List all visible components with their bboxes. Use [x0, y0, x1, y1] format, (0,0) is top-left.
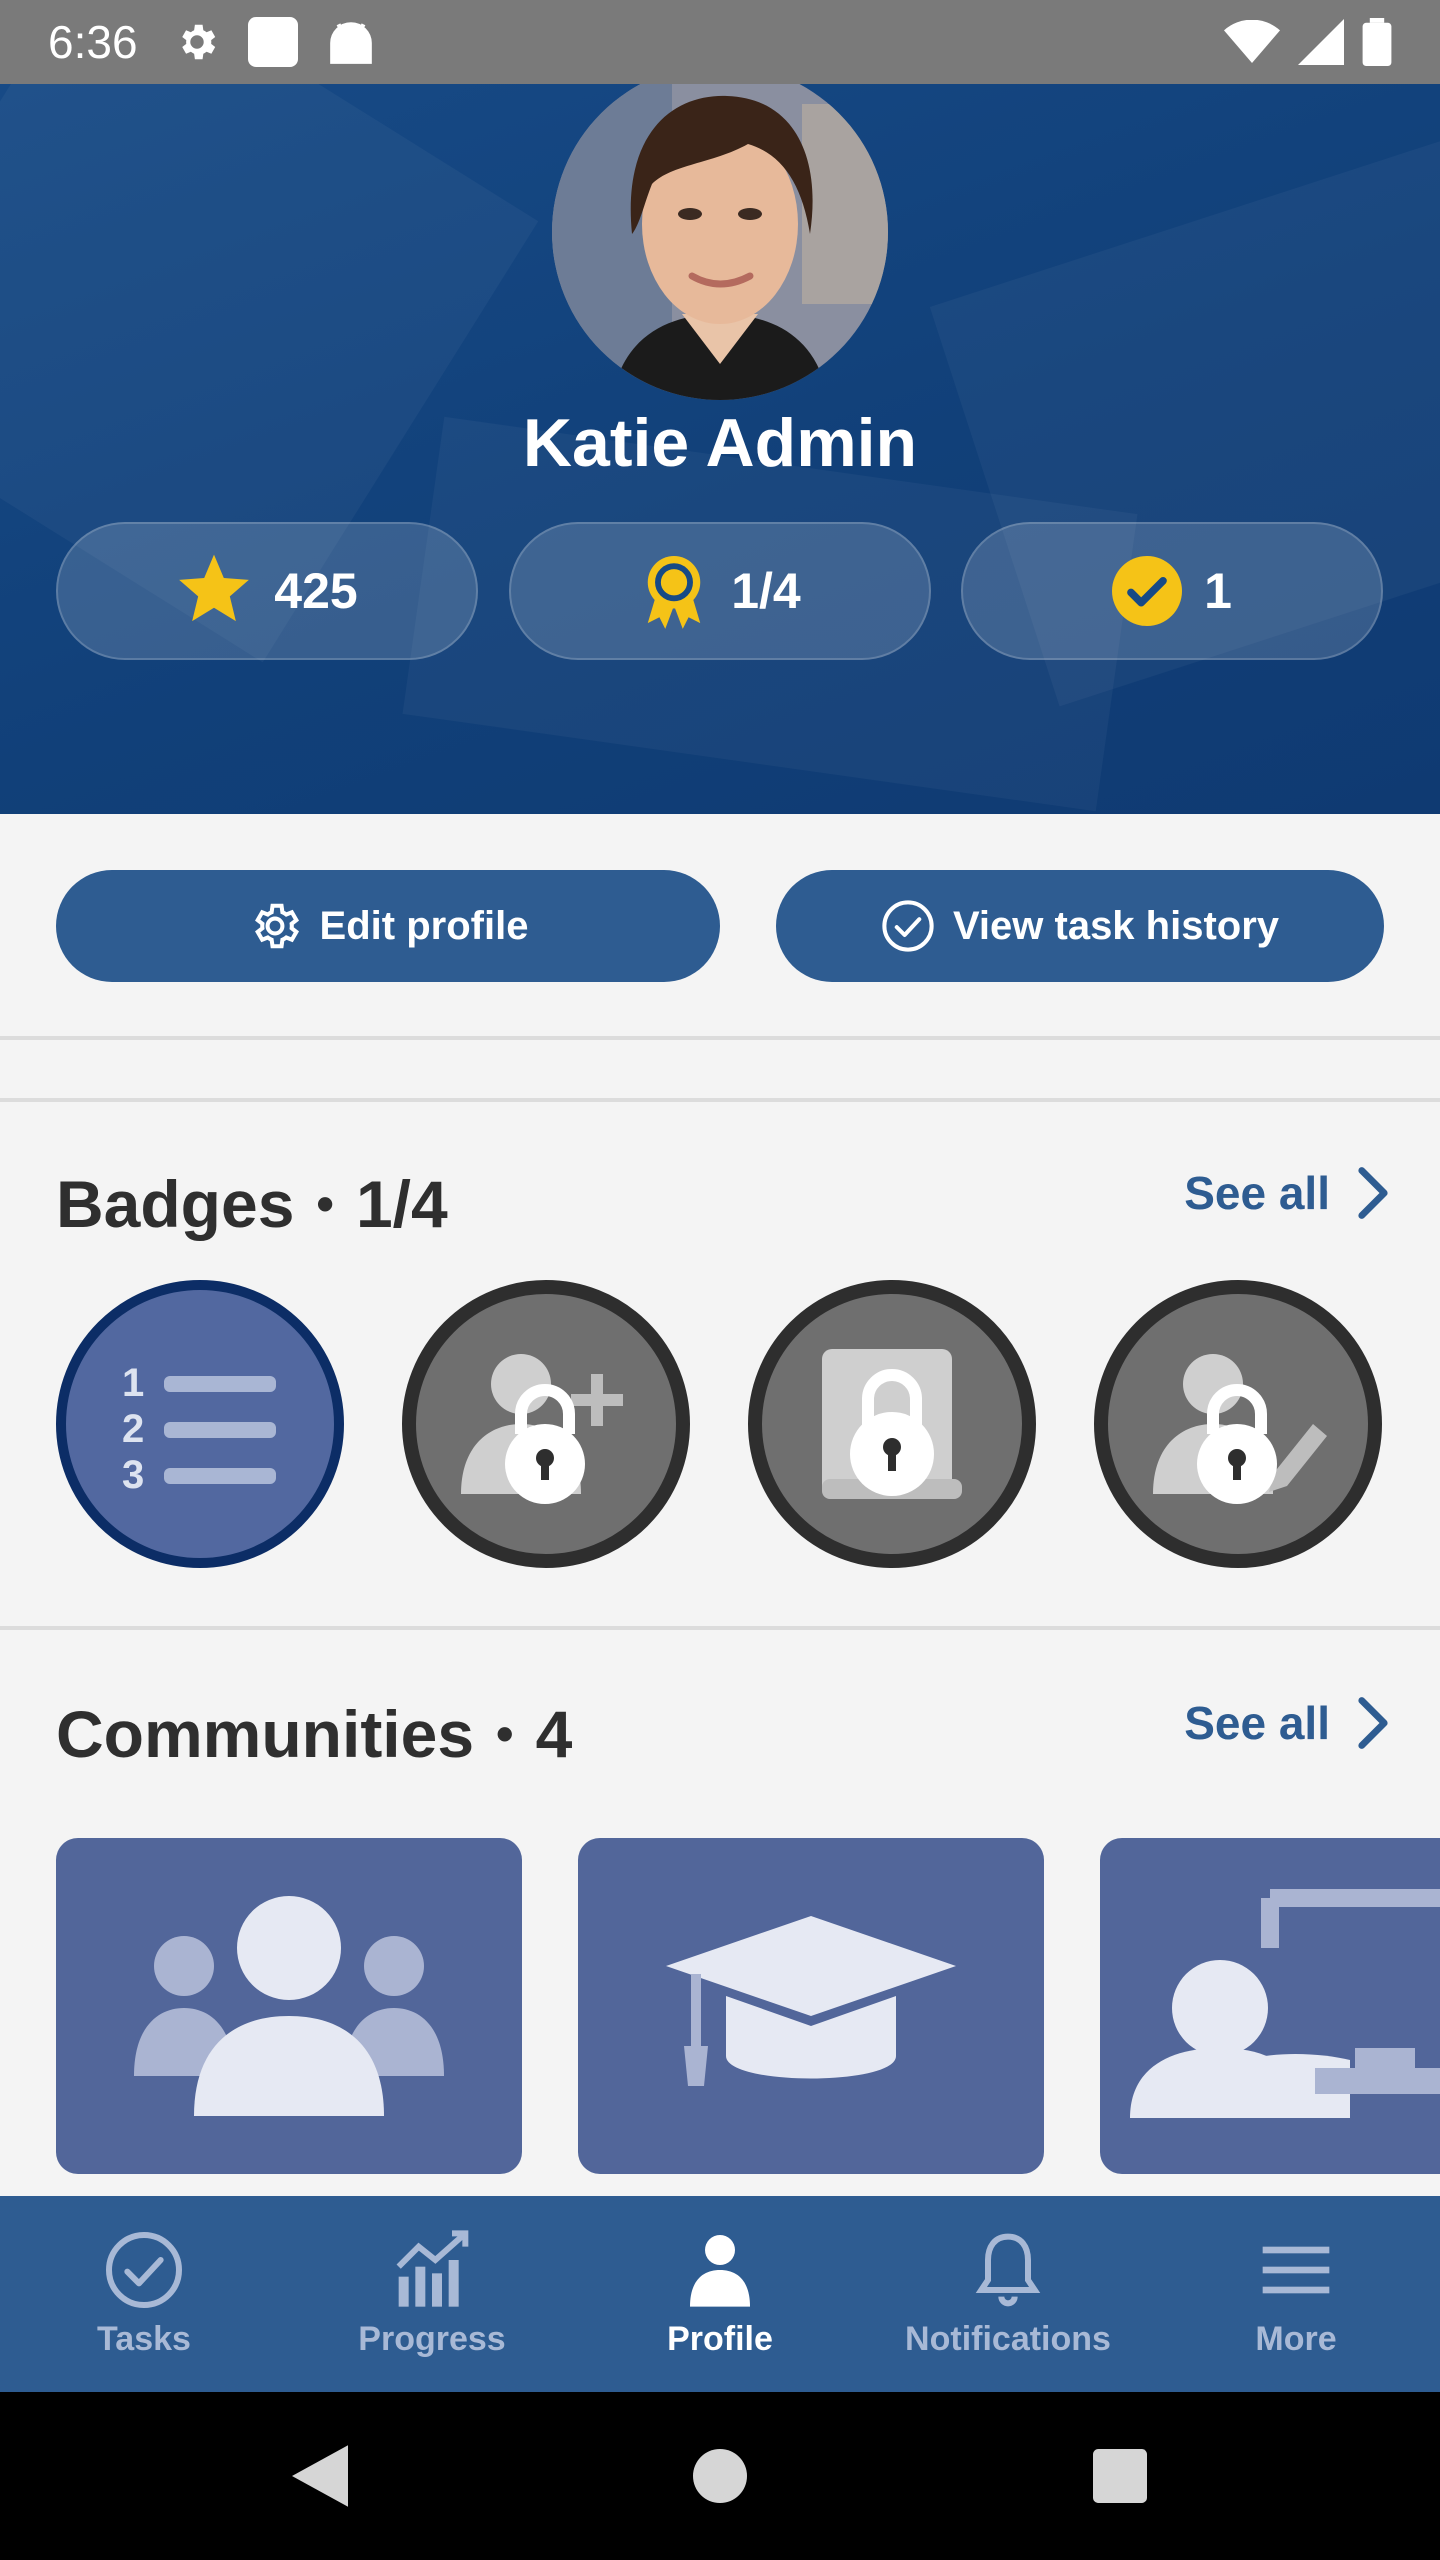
user-name: Katie Admin: [522, 405, 918, 481]
chart-icon: [396, 2229, 469, 2307]
nav-profile-label: Profile: [667, 2319, 773, 2358]
completed-value: 1: [1204, 563, 1232, 619]
badges-title-label: Badges: [56, 1167, 295, 1241]
star-icon: [179, 554, 250, 622]
badge-edit-user-locked[interactable]: [1094, 1280, 1382, 1568]
back-triangle-icon: [292, 2445, 348, 2507]
nav-tasks[interactable]: Tasks: [0, 2196, 288, 2392]
divider: [0, 1098, 1440, 1102]
nav-notifications[interactable]: Notifications: [864, 2196, 1152, 2392]
recents-square-icon: [1093, 2449, 1147, 2503]
nav-more-label: More: [1255, 2319, 1337, 2358]
points-stat[interactable]: 425: [56, 522, 478, 660]
chevron-right-icon: [1358, 1697, 1388, 1749]
check-circle-icon: [106, 2231, 182, 2308]
nav-profile[interactable]: Profile: [576, 2196, 864, 2392]
badges-see-all-label: See all: [1184, 1167, 1330, 1219]
community-card[interactable]: [1100, 1838, 1440, 2174]
badges-count: 1/4: [355, 1167, 448, 1241]
menu-icon: [1262, 2246, 1330, 2293]
nav-notifications-label: Notifications: [905, 2319, 1111, 2358]
check-circle-filled-icon: [1112, 556, 1183, 626]
edit-profile-label: Edit profile: [319, 903, 529, 948]
profile-header: Katie Admin 425 1/4 1: [0, 84, 1440, 814]
view-task-history-label: View task history: [952, 903, 1280, 948]
chevron-right-icon: [1358, 1167, 1388, 1219]
edit-profile-button[interactable]: Edit profile: [56, 870, 720, 982]
communities-title-label: Communities: [56, 1697, 475, 1771]
locked-edit-user-icon: [1153, 1354, 1327, 1504]
settings-icon: [181, 24, 215, 60]
back-button[interactable]: [120, 2445, 520, 2507]
communities-see-all-label: See all: [1184, 1697, 1330, 1749]
app-square-icon: [247, 17, 298, 67]
avatar[interactable]: [552, 84, 888, 400]
badge-list-earned[interactable]: 1 2 3: [56, 1280, 344, 1568]
nav-more[interactable]: More: [1152, 2196, 1440, 2392]
bottom-nav: Tasks Progress Profile Notifications Mor…: [0, 2196, 1440, 2392]
nav-progress-label: Progress: [358, 2319, 506, 2358]
communities-count: 4: [535, 1697, 573, 1771]
divider: [0, 1626, 1440, 1630]
nav-tasks-label: Tasks: [97, 2319, 191, 2358]
wifi-icon: [1224, 20, 1280, 63]
community-card[interactable]: [578, 1838, 1044, 2174]
nav-progress[interactable]: Progress: [288, 2196, 576, 2392]
battery-icon: [1362, 18, 1392, 66]
group-icon: [134, 1896, 444, 2116]
badge-add-user-locked[interactable]: [402, 1280, 690, 1568]
recents-button[interactable]: [920, 2449, 1320, 2503]
badges-stat[interactable]: 1/4: [509, 522, 931, 660]
svg-text:3: 3: [122, 1453, 144, 1494]
gear-icon: [254, 903, 299, 949]
award-icon: [647, 556, 701, 629]
status-time: 6:36: [48, 16, 138, 68]
signal-icon: [1298, 19, 1344, 65]
community-card[interactable]: [56, 1838, 522, 2174]
person-icon: [690, 2234, 750, 2307]
points-value: 425: [274, 563, 358, 619]
presentation-icon: [1130, 1889, 1440, 2118]
check-circle-outline-icon: [882, 900, 934, 952]
completed-stat[interactable]: 1: [961, 522, 1383, 660]
badges-stat-value: 1/4: [731, 563, 801, 619]
badges-see-all-link[interactable]: See all: [1184, 1166, 1390, 1220]
locked-book-icon: [822, 1349, 962, 1499]
badge-book-locked[interactable]: [748, 1280, 1036, 1568]
home-circle-icon: [693, 2449, 747, 2503]
svg-text:1: 1: [122, 1361, 144, 1405]
communities-see-all-link[interactable]: See all: [1184, 1696, 1390, 1750]
locked-add-user-icon: [461, 1354, 623, 1504]
bell-icon: [975, 2233, 1041, 2306]
communities-title: Communities • 4: [56, 1697, 573, 1771]
badges-title: Badges • 1/4: [56, 1167, 448, 1241]
numbered-list-icon: 1 2 3: [122, 1361, 276, 1494]
home-button[interactable]: [520, 2449, 920, 2503]
divider: [0, 1036, 1440, 1040]
system-nav-bar: [0, 2392, 1440, 2560]
svg-text:2: 2: [122, 1407, 144, 1451]
graduation-cap-icon: [666, 1916, 956, 2086]
android-icon: [329, 22, 372, 64]
status-bar: 6:36: [0, 0, 1440, 84]
view-task-history-button[interactable]: View task history: [776, 870, 1384, 982]
